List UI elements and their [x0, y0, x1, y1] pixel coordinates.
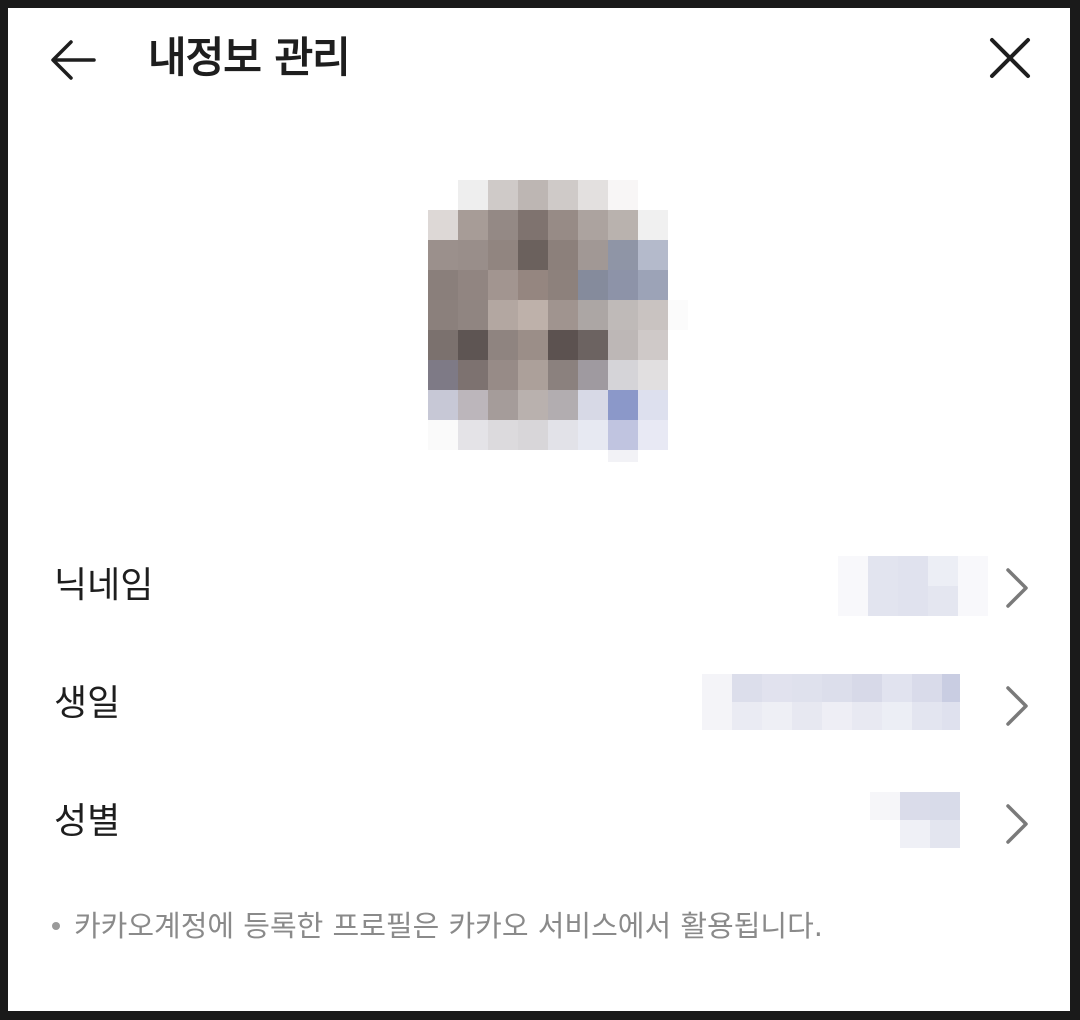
- close-button[interactable]: [978, 26, 1042, 90]
- nickname-value-blurred: [838, 556, 988, 616]
- row-label: 생일: [54, 683, 121, 724]
- notice-text: 카카오계정에 등록한 프로필은 카카오 서비스에서 활용됩니다.: [74, 909, 823, 943]
- profile-avatar[interactable]: [418, 180, 688, 470]
- profile-avatar-image: [428, 180, 688, 462]
- back-button[interactable]: [44, 30, 104, 90]
- row-birthday[interactable]: 생일: [8, 646, 1070, 764]
- chevron-right-icon: [998, 800, 1038, 848]
- my-info-window: 내정보 관리 닉네임 생일 성별 카카오계정에 등록한 프로필은 카카오 서비스…: [8, 8, 1070, 1011]
- row-label: 닉네임: [54, 565, 154, 606]
- profile-fields: 닉네임 생일 성별: [8, 528, 1070, 882]
- row-label: 성별: [54, 801, 121, 842]
- row-nickname[interactable]: 닉네임: [8, 528, 1070, 646]
- birthday-value-blurred: [702, 674, 962, 734]
- row-gender[interactable]: 성별: [8, 764, 1070, 882]
- chevron-right-icon: [998, 564, 1038, 612]
- page-title: 내정보 관리: [148, 33, 351, 82]
- close-icon: [990, 38, 1030, 78]
- bullet-icon: [52, 922, 60, 930]
- notice: 카카오계정에 등록한 프로필은 카카오 서비스에서 활용됩니다.: [52, 906, 823, 946]
- header: 내정보 관리: [8, 8, 1070, 108]
- arrow-left-icon: [51, 40, 96, 80]
- chevron-right-icon: [998, 682, 1038, 730]
- gender-value-blurred: [870, 792, 962, 852]
